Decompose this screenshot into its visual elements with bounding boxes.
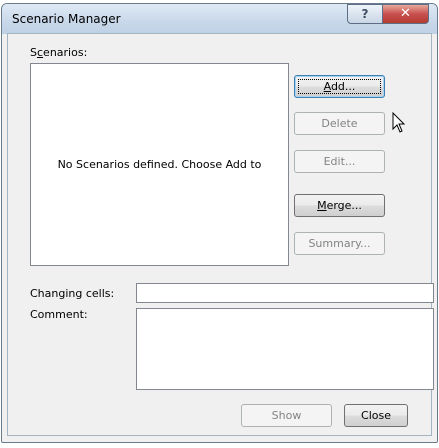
comment-field[interactable] <box>136 308 434 390</box>
scenarios-label: Scenarios: <box>30 46 88 59</box>
empty-scenarios-message: No Scenarios defined. Choose Add to <box>57 158 262 171</box>
focus-rectangle <box>298 79 381 94</box>
mouse-pointer-icon <box>392 112 406 133</box>
scenario-manager-dialog: Scenario Manager ? ✕ Scenarios: No Scena… <box>1 3 438 443</box>
dialog-client-area: Scenarios: No Scenarios defined. Choose … <box>7 33 434 436</box>
help-button[interactable]: ? <box>347 4 383 24</box>
show-button[interactable]: Show <box>241 404 332 427</box>
changing-cells-field[interactable] <box>136 283 434 303</box>
scenarios-listbox[interactable]: No Scenarios defined. Choose Add to <box>30 63 289 266</box>
comment-label: Comment: <box>30 308 88 321</box>
help-icon: ? <box>361 7 369 21</box>
close-icon: ✕ <box>400 6 411 21</box>
edit-button[interactable]: Edit... <box>294 150 385 173</box>
changing-cells-label: Changing cells: <box>30 287 115 300</box>
merge-button[interactable]: Merge... <box>294 194 385 217</box>
delete-button[interactable]: Delete <box>294 112 385 135</box>
dialog-title: Scenario Manager <box>12 12 121 26</box>
title-bar[interactable]: Scenario Manager ? ✕ <box>2 4 437 34</box>
summary-button[interactable]: Summary... <box>294 232 385 255</box>
close-button[interactable]: Close <box>344 404 408 427</box>
close-window-button[interactable]: ✕ <box>382 4 429 24</box>
add-button[interactable]: Add... <box>294 75 385 98</box>
